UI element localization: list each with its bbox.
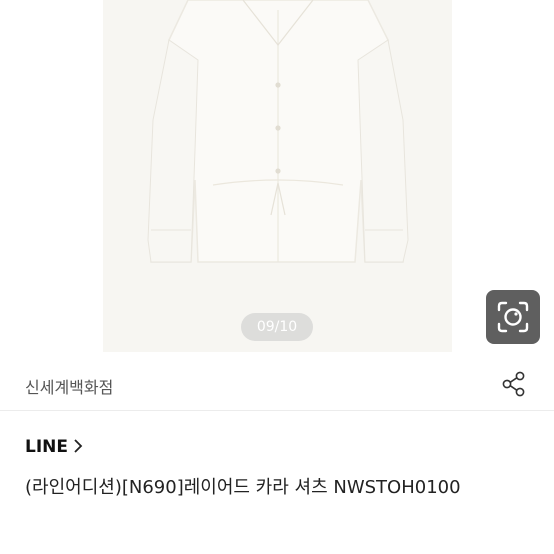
share-icon[interactable] [500,370,528,398]
product-photo[interactable] [103,0,452,352]
brand-link[interactable]: LINE [25,437,68,457]
product-title: (라인어디션)[N690]레이어드 카라 셔츠 NWSTOH0100 [25,477,461,498]
store-name[interactable]: 신세계백화점 [25,374,113,398]
lens-search-button[interactable] [486,290,540,344]
store-row: 신세계백화점 [0,352,554,411]
image-counter: 09/10 [241,313,313,341]
chevron-right-icon[interactable] [72,438,84,454]
product-image-gallery[interactable]: 09/10 [0,0,554,352]
camera-lens-search-icon [497,301,529,333]
shirt-illustration [147,0,409,263]
